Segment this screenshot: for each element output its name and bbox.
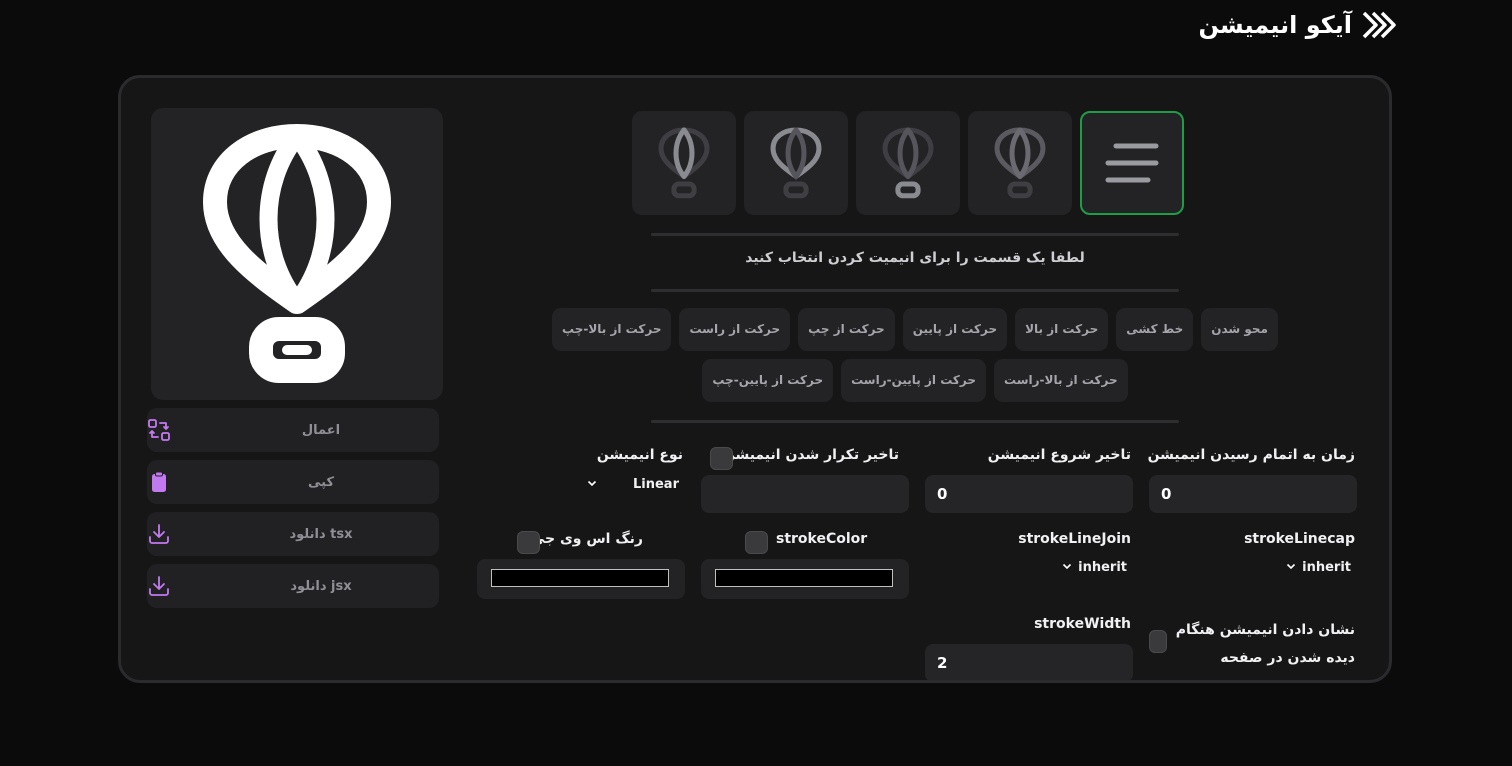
stroke-linecap-value: inherit — [1302, 560, 1351, 575]
svg-color-swatch — [491, 569, 669, 587]
repeat-delay-input[interactable] — [701, 475, 909, 513]
animation-type-select[interactable]: Linear — [587, 477, 679, 492]
stroke-linejoin-value: inherit — [1078, 560, 1127, 575]
download-tsx-button[interactable]: دانلود tsx — [147, 512, 439, 556]
apply-label: اعمال — [301, 422, 341, 438]
stroke-color-checkbox[interactable] — [745, 531, 768, 554]
chevron-down-icon — [1062, 560, 1072, 575]
menu-lines-icon — [1105, 143, 1159, 183]
stroke-width-label: strokeWidth — [1034, 616, 1131, 632]
copy-button[interactable]: کپی — [147, 460, 439, 504]
stroke-linecap-select[interactable]: inherit — [1286, 560, 1351, 575]
stroke-color-label: strokeColor — [776, 531, 868, 547]
download-jsx-label: دانلود jsx — [290, 578, 352, 594]
app-title: آیکو انیمیشن — [1198, 11, 1352, 39]
on-view-checkbox[interactable] — [1149, 630, 1167, 653]
divider — [651, 289, 1179, 292]
chevron-down-icon — [587, 477, 597, 492]
part-thumb-outline[interactable] — [968, 111, 1072, 215]
icon-preview — [151, 108, 443, 400]
chip-fade[interactable]: محو شدن — [1201, 308, 1278, 351]
duration-label: زمان به اتمام رسیدن انیمیشن — [1147, 447, 1355, 463]
svg-color-checkbox[interactable] — [517, 531, 540, 554]
chip-from-bottom-left[interactable]: حرکت از پایین-چپ — [702, 359, 834, 402]
chip-from-bottom[interactable]: حرکت از پایین — [902, 308, 1008, 351]
copy-label: کپی — [307, 474, 335, 490]
apply-button[interactable]: اعمال — [147, 408, 439, 452]
chip-from-top[interactable]: حرکت از بالا — [1015, 308, 1109, 351]
stroke-color-swatch — [715, 569, 893, 587]
delay-label: تاخیر شروع انیمیشن — [987, 447, 1131, 463]
chip-from-top-left[interactable]: حرکت از بالا-چپ — [552, 308, 672, 351]
arrows-swap-icon — [148, 419, 170, 441]
stroke-linejoin-select[interactable]: inherit — [1062, 560, 1127, 575]
instruction-text: لطفا یک قسمت را برای انیمیت کردن انتخاب … — [745, 250, 1085, 266]
on-view-label-line2: دیده شدن در صفحه — [1220, 650, 1355, 666]
balloon-part-icon — [658, 127, 710, 199]
repeat-delay-label: تاخیر تکرار شدن انیمیشن — [722, 447, 899, 463]
divider — [651, 233, 1179, 236]
part-thumb-all[interactable] — [1080, 111, 1184, 215]
animation-options: محو شدن خط کشی حرکت از بالا حرکت از پایی… — [521, 308, 1309, 402]
stroke-color-picker[interactable] — [701, 559, 909, 599]
on-view-label-line1: نشان دادن انیمیشن هنگام — [1175, 622, 1355, 638]
chip-from-right[interactable]: حرکت از راست — [679, 308, 791, 351]
balloon-part-icon — [770, 127, 822, 199]
editor-card: اعمال کپی دانلود tsx دانلود jsx لطفا یک … — [118, 75, 1392, 683]
clipboard-icon — [152, 471, 166, 492]
balloon-part-icon — [994, 127, 1046, 199]
part-thumb-envelope[interactable] — [744, 111, 848, 215]
balloon-icon — [203, 124, 391, 383]
chevron-down-icon — [1286, 560, 1296, 575]
duration-input[interactable] — [1149, 475, 1357, 513]
animation-type-label: نوع انیمیشن — [596, 447, 683, 463]
on-view-label: نشان دادن انیمیشن هنگام دیده شدن در صفحه — [1176, 616, 1355, 672]
repeat-delay-checkbox[interactable] — [710, 447, 733, 470]
svg-color-label: رنگ اس وی جی — [530, 531, 643, 547]
stroke-linecap-label: strokeLinecap — [1244, 531, 1355, 547]
svg-color-picker[interactable] — [477, 559, 685, 599]
part-thumb-basket[interactable] — [856, 111, 960, 215]
part-selector — [632, 111, 1184, 215]
part-thumb-ribs[interactable] — [632, 111, 736, 215]
stroke-linejoin-label: strokeLineJoin — [1018, 531, 1131, 547]
brand: آیکو انیمیشن — [1198, 10, 1396, 40]
animation-type-value: Linear — [633, 477, 679, 492]
chip-draw-line[interactable]: خط کشی — [1116, 308, 1194, 351]
delay-input[interactable] — [925, 475, 1133, 513]
logo-icon — [1360, 10, 1396, 40]
chip-from-top-right[interactable]: حرکت از بالا-راست — [994, 359, 1128, 402]
stroke-width-input[interactable] — [925, 644, 1133, 680]
download-tsx-label: دانلود tsx — [289, 526, 353, 542]
divider — [651, 420, 1179, 423]
chip-from-left[interactable]: حرکت از چپ — [798, 308, 895, 351]
download-icon — [149, 576, 169, 596]
download-icon — [149, 524, 169, 544]
chip-from-bottom-right[interactable]: حرکت از پایین-راست — [841, 359, 986, 402]
download-jsx-button[interactable]: دانلود jsx — [147, 564, 439, 608]
balloon-part-icon — [882, 127, 934, 199]
